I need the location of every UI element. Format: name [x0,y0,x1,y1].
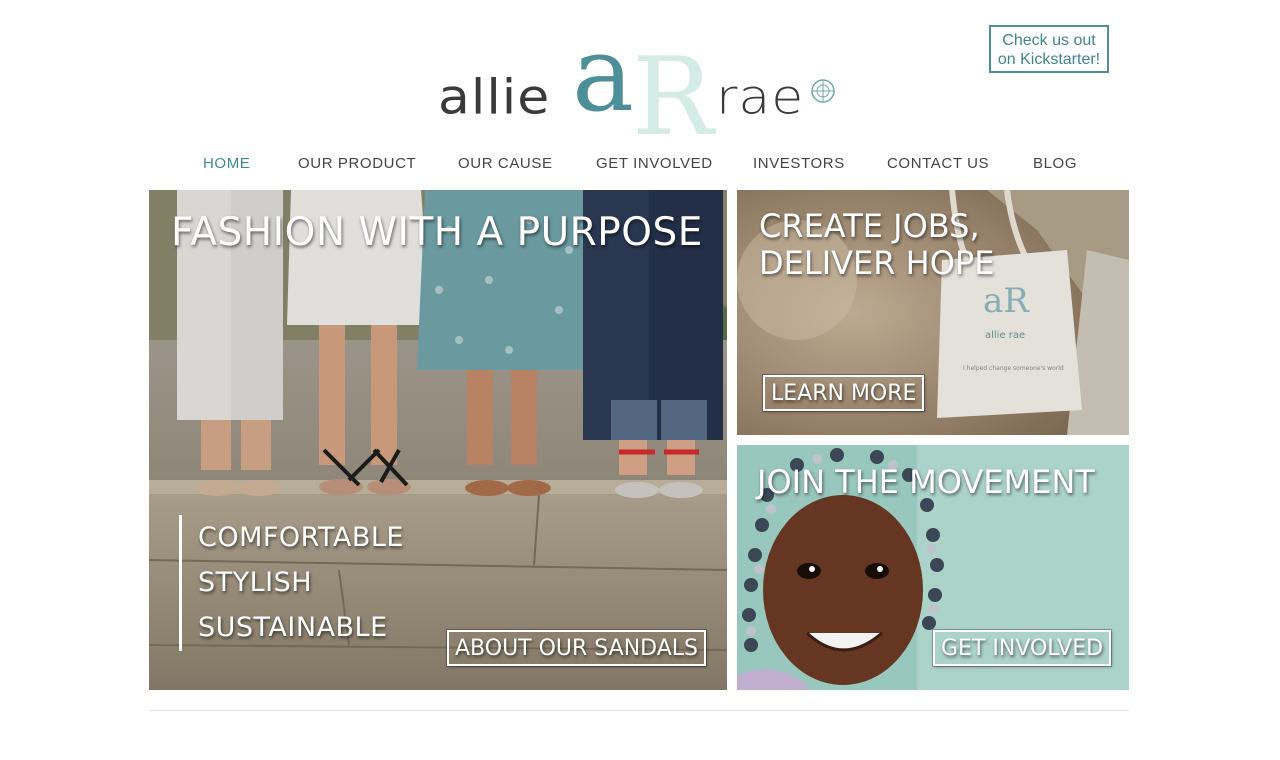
logo-monogram-r: R [632,35,716,140]
kickstarter-line2: on Kickstarter! [997,51,1101,68]
feature-sustainable: SUSTAINABLE [198,612,388,643]
nav-item-contact-us[interactable]: CONTACT US [887,155,989,172]
tile-fashion-with-purpose[interactable]: FASHION WITH A PURPOSE COMFORTABLE STYLI… [149,190,727,690]
nav-item-home[interactable]: HOME [203,155,250,172]
feature-comfortable: COMFORTABLE [198,522,404,553]
nav-item-our-product[interactable]: OUR PRODUCT [298,155,416,172]
tile-jobs-title-line2: DELIVER HOPE [759,244,995,282]
compass-icon [811,79,835,103]
get-involved-button[interactable]: GET INVOLVED [931,629,1113,667]
logo-monogram-icon: R a [572,30,716,140]
tile-main-title: FASHION WITH A PURPOSE [171,210,703,255]
logo-word-allie: allie [438,70,551,126]
tile-create-jobs[interactable]: aR allie rae I helped change someone's w… [737,190,1129,435]
nav-item-our-cause[interactable]: OUR CAUSE [458,155,553,172]
tile-movement-title: JOIN THE MOVEMENT [757,463,1095,501]
nav-item-investors[interactable]: INVESTORS [753,155,845,172]
tile-jobs-title-line1: CREATE JOBS, [759,207,980,245]
site-logo[interactable]: allie R a rae [438,30,838,140]
nav-item-get-involved[interactable]: GET INVOLVED [596,155,713,172]
about-our-sandals-button[interactable]: ABOUT OUR SANDALS [445,629,708,667]
feature-stylish: STYLISH [198,567,313,598]
kickstarter-line1: Check us out [1002,32,1096,49]
logo-monogram-a: a [572,30,634,135]
feature-list: COMFORTABLE STYLISH SUSTAINABLE [179,515,404,651]
nav-item-blog[interactable]: BLOG [1033,155,1077,172]
learn-more-button[interactable]: LEARN MORE [761,374,926,412]
tile-join-movement[interactable]: JOIN THE MOVEMENT GET INVOLVED [737,445,1129,690]
logo-word-rae: rae [716,70,805,126]
footer-divider [149,710,1129,711]
kickstarter-button[interactable]: Check us out on Kickstarter! [989,25,1109,73]
main-nav: HOME OUR PRODUCT OUR CAUSE GET INVOLVED … [149,155,1129,175]
